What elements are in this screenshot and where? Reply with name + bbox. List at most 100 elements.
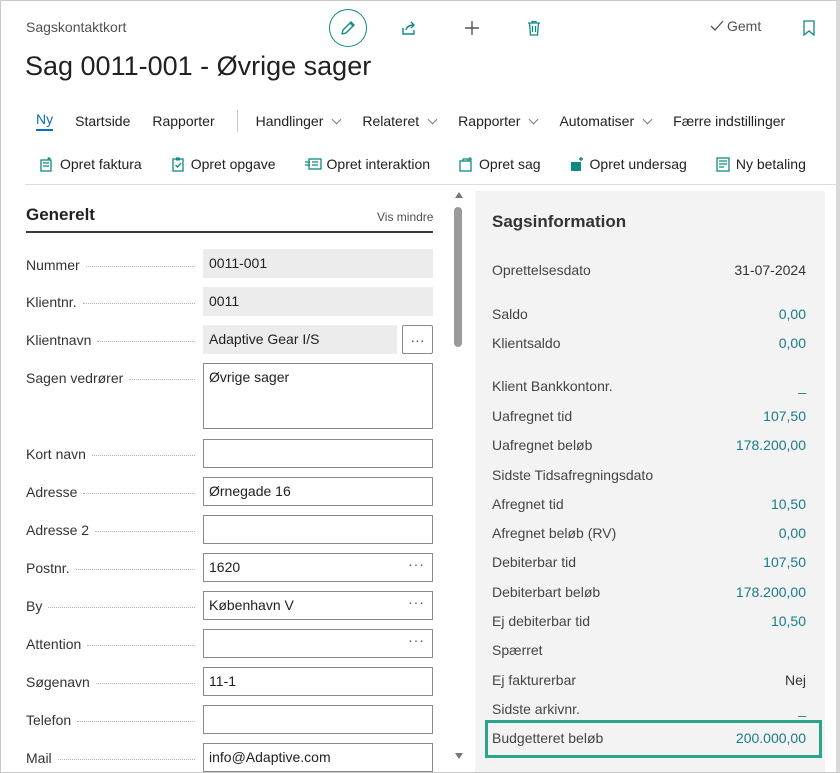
postcode-lookup-icon[interactable]: ··· [408, 556, 425, 572]
fb-value-billable-time[interactable]: 107,50 [763, 554, 806, 570]
group-title-general: Generelt [26, 205, 95, 224]
client-name-field[interactable]: Adaptive Gear I/S [203, 325, 397, 354]
payment-icon [716, 157, 730, 172]
share-button[interactable] [398, 17, 420, 39]
interaction-icon [304, 158, 322, 170]
page-frame: Sagskontaktkort Sag 0011-001 - Øvrige sa… [0, 0, 840, 773]
page-type-label: Sagskontaktkort [26, 19, 127, 35]
chevron-down-icon [642, 114, 653, 124]
attention-lookup-icon[interactable]: ··· [408, 632, 425, 648]
label-regarding: Sagen vedrører [26, 368, 201, 388]
address2-field[interactable] [203, 515, 433, 544]
action-reports[interactable]: Rapporter [152, 113, 214, 129]
label-short-name: Kort navn [26, 444, 201, 464]
factbox-title: Sagsinformation [492, 212, 627, 231]
new-record-button[interactable] [461, 17, 483, 39]
show-less-link[interactable]: Vis mindre [377, 210, 433, 224]
regarding-textarea[interactable]: Øvrige sager [203, 363, 433, 429]
create-interaction-button[interactable]: Opret interaktion [304, 156, 430, 172]
address-field[interactable]: Ørnegade 16 [203, 477, 433, 506]
label-mail: Mail [26, 748, 201, 768]
share-icon [402, 21, 415, 35]
city-lookup-icon[interactable]: ··· [408, 594, 425, 610]
label-search-name: Søgenavn [26, 672, 201, 692]
label-number: Nummer [26, 255, 201, 275]
action-bar: Ny Startside Rapporter Handlinger Relate… [25, 109, 807, 133]
fb-value-unbilled-amount[interactable]: 178.200,00 [736, 437, 806, 453]
fb-value-billed-time[interactable]: 10,50 [771, 496, 806, 512]
action-fewer-options[interactable]: Færre indstillinger [673, 113, 785, 129]
client-no-field[interactable]: 0011 [203, 287, 433, 316]
fb-label-last-archive-no: Sidste arkivnr. [492, 701, 580, 717]
task-clipboard-icon [172, 157, 184, 172]
action-home[interactable]: Startside [75, 113, 130, 129]
promoted-actions: Opret faktura Opret opgave Opret interak… [39, 152, 834, 176]
fb-label-client-bank-account: Klient Bankkontonr. [492, 378, 613, 394]
number-field[interactable]: 0011-001 [203, 249, 433, 278]
phone-field[interactable] [203, 705, 433, 734]
bookmark-button[interactable] [798, 17, 820, 39]
fb-label-last-time-settlement-date: Sidste Tidsafregningsdato [492, 467, 654, 483]
scroll-down-arrow-icon[interactable] [455, 753, 463, 759]
city-field[interactable]: København V ··· [203, 591, 433, 620]
fb-label-billed-time: Afregnet tid [492, 496, 564, 512]
fb-label-billable-amount: Debiterbart beløb [492, 584, 601, 600]
action-related-menu[interactable]: Relateret [362, 113, 438, 129]
delete-button[interactable] [523, 17, 545, 39]
saved-label: Gemt [727, 18, 762, 34]
trash-icon [528, 20, 540, 36]
chevron-down-icon [528, 114, 539, 124]
action-new[interactable]: Ny [36, 111, 54, 131]
postcode-field[interactable]: 1620 ··· [203, 553, 433, 582]
bookmark-icon [803, 20, 815, 37]
label-city: By [26, 596, 201, 616]
label-address2: Adresse 2 [26, 520, 201, 540]
label-attention: Attention [26, 634, 201, 654]
fb-label-non-invoiceable: Ej fakturerbar [492, 672, 577, 688]
action-reports-menu[interactable]: Rapporter [458, 113, 539, 129]
fb-value-client-bank-account[interactable]: _ [798, 378, 806, 394]
short-name-field[interactable] [203, 439, 433, 468]
label-address: Adresse [26, 482, 201, 502]
plus-icon [465, 21, 479, 35]
fb-label-unbilled-amount: Uafregnet beløb [492, 437, 593, 453]
create-subcase-button[interactable]: Opret undersag [569, 156, 687, 172]
fb-label-non-billable-time: Ej debiterbar tid [492, 613, 591, 629]
invoice-icon [40, 157, 52, 172]
create-case-button[interactable]: Opret sag [458, 156, 541, 172]
mail-field[interactable]: info@Adaptive.com [203, 743, 433, 772]
fb-value-non-billable-time[interactable]: 10,50 [771, 613, 806, 629]
label-client-no: Klientnr. [26, 292, 201, 312]
fb-value-billed-amount[interactable]: 0,00 [779, 525, 806, 541]
fb-label-created-date: Oprettelsesdato [492, 262, 591, 278]
budgeted-amount-highlight [485, 720, 822, 758]
chevron-down-icon [427, 114, 438, 124]
attention-field[interactable]: ··· [203, 629, 433, 658]
label-phone: Telefon [26, 710, 201, 730]
fb-label-billable-time: Debiterbar tid [492, 554, 577, 570]
divider [236, 110, 238, 132]
client-name-lookup-button[interactable]: ··· [402, 325, 433, 354]
action-actions-menu[interactable]: Handlinger [256, 113, 342, 129]
fb-value-billable-amount[interactable]: 178.200,00 [736, 584, 806, 600]
create-task-button[interactable]: Opret opgave [170, 156, 276, 172]
fb-label-unbilled-time: Uafregnet tid [492, 408, 573, 424]
create-invoice-button[interactable]: Opret faktura [39, 156, 142, 172]
fb-value-balance[interactable]: 0,00 [779, 306, 806, 322]
fb-value-non-invoiceable: Nej [784, 672, 806, 688]
label-client-name: Klientnavn [26, 330, 201, 350]
chevron-down-icon [331, 114, 342, 124]
new-payment-button[interactable]: Ny betaling [715, 156, 806, 172]
saved-status: Gemt [710, 18, 761, 34]
fb-value-unbilled-time[interactable]: 107,50 [763, 408, 806, 424]
checkmark-icon [710, 20, 724, 31]
search-name-field[interactable]: 11-1 [203, 667, 433, 696]
edit-button[interactable] [329, 9, 367, 47]
fb-value-last-archive-no[interactable]: _ [798, 701, 806, 717]
scrollbar-thumb[interactable] [454, 207, 462, 347]
fb-value-client-balance[interactable]: 0,00 [779, 335, 806, 351]
fb-label-blocked: Spærret [492, 642, 543, 658]
action-automate-menu[interactable]: Automatiser [559, 113, 653, 129]
page-title: Sag 0011-001 - Øvrige sager [25, 51, 372, 81]
scroll-up-arrow-icon[interactable] [455, 192, 463, 198]
